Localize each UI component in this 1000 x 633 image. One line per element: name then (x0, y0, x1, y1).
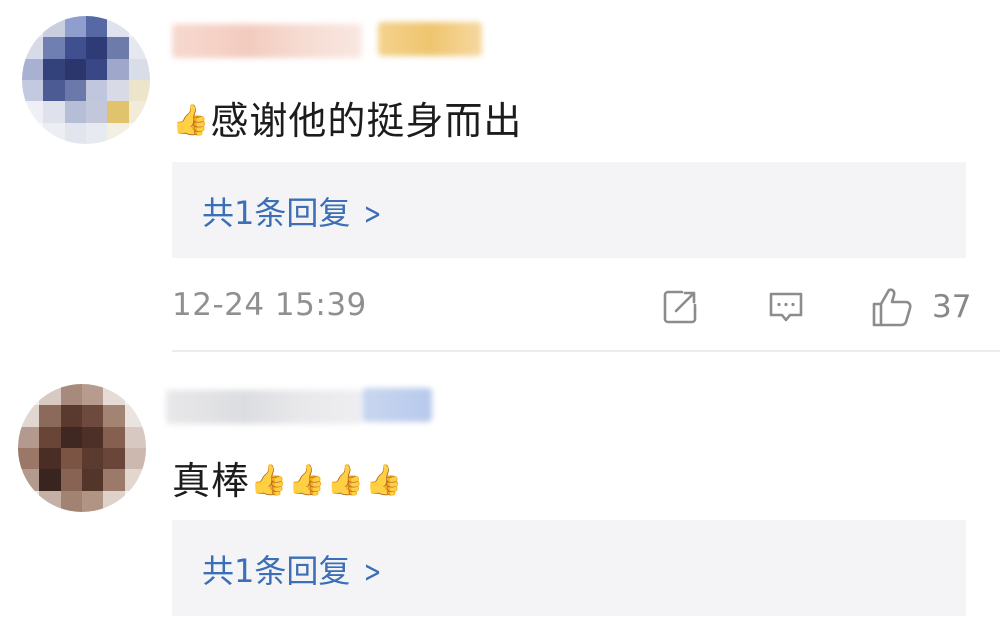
share-icon (663, 290, 697, 324)
username-blurred[interactable] (166, 390, 362, 424)
thumbs-up-icon (872, 288, 912, 327)
avatar[interactable] (18, 384, 146, 512)
view-replies-link[interactable]: 共1条回复 > (202, 188, 386, 234)
user-badge-blurred (378, 22, 482, 56)
comment-text: 👍感谢他的挺身而出 (172, 90, 522, 145)
user-badge-blurred (362, 388, 432, 422)
comment-body: 真棒 (172, 459, 251, 503)
avatar[interactable] (22, 16, 150, 144)
thumbs-up-emoji-icon: 👍 (172, 103, 211, 138)
comment-icon (769, 292, 803, 322)
reply-summary-box[interactable]: 共1条回复 > (172, 520, 966, 616)
share-button[interactable] (660, 285, 700, 329)
comment-item: 真棒👍👍👍👍 共1条回复 > (0, 352, 1000, 633)
reply-summary-box[interactable]: 共1条回复 > (172, 162, 966, 258)
chevron-right-icon: > (364, 197, 382, 232)
comment-text: 真棒👍👍👍👍 (172, 450, 403, 505)
comment-body: 感谢他的挺身而出 (210, 99, 523, 143)
username-blurred[interactable] (172, 24, 362, 58)
like-count: 37 (932, 289, 972, 325)
comment-item: 👍感谢他的挺身而出 共1条回复 > 12-24 15:39 37 (0, 0, 1000, 352)
like-button[interactable]: 37 (870, 285, 971, 329)
reply-count-label: 共1条回复 (202, 552, 351, 590)
comment-meta-bar: 12-24 15:39 37 (172, 285, 971, 329)
thumbs-up-emoji-icon: 👍👍👍👍 (250, 463, 404, 498)
timestamp: 12-24 15:39 (172, 287, 367, 323)
view-replies-link[interactable]: 共1条回复 > (202, 546, 386, 592)
chevron-right-icon: > (364, 555, 382, 590)
comment-button[interactable] (766, 285, 806, 329)
reply-count-label: 共1条回复 (202, 194, 351, 232)
